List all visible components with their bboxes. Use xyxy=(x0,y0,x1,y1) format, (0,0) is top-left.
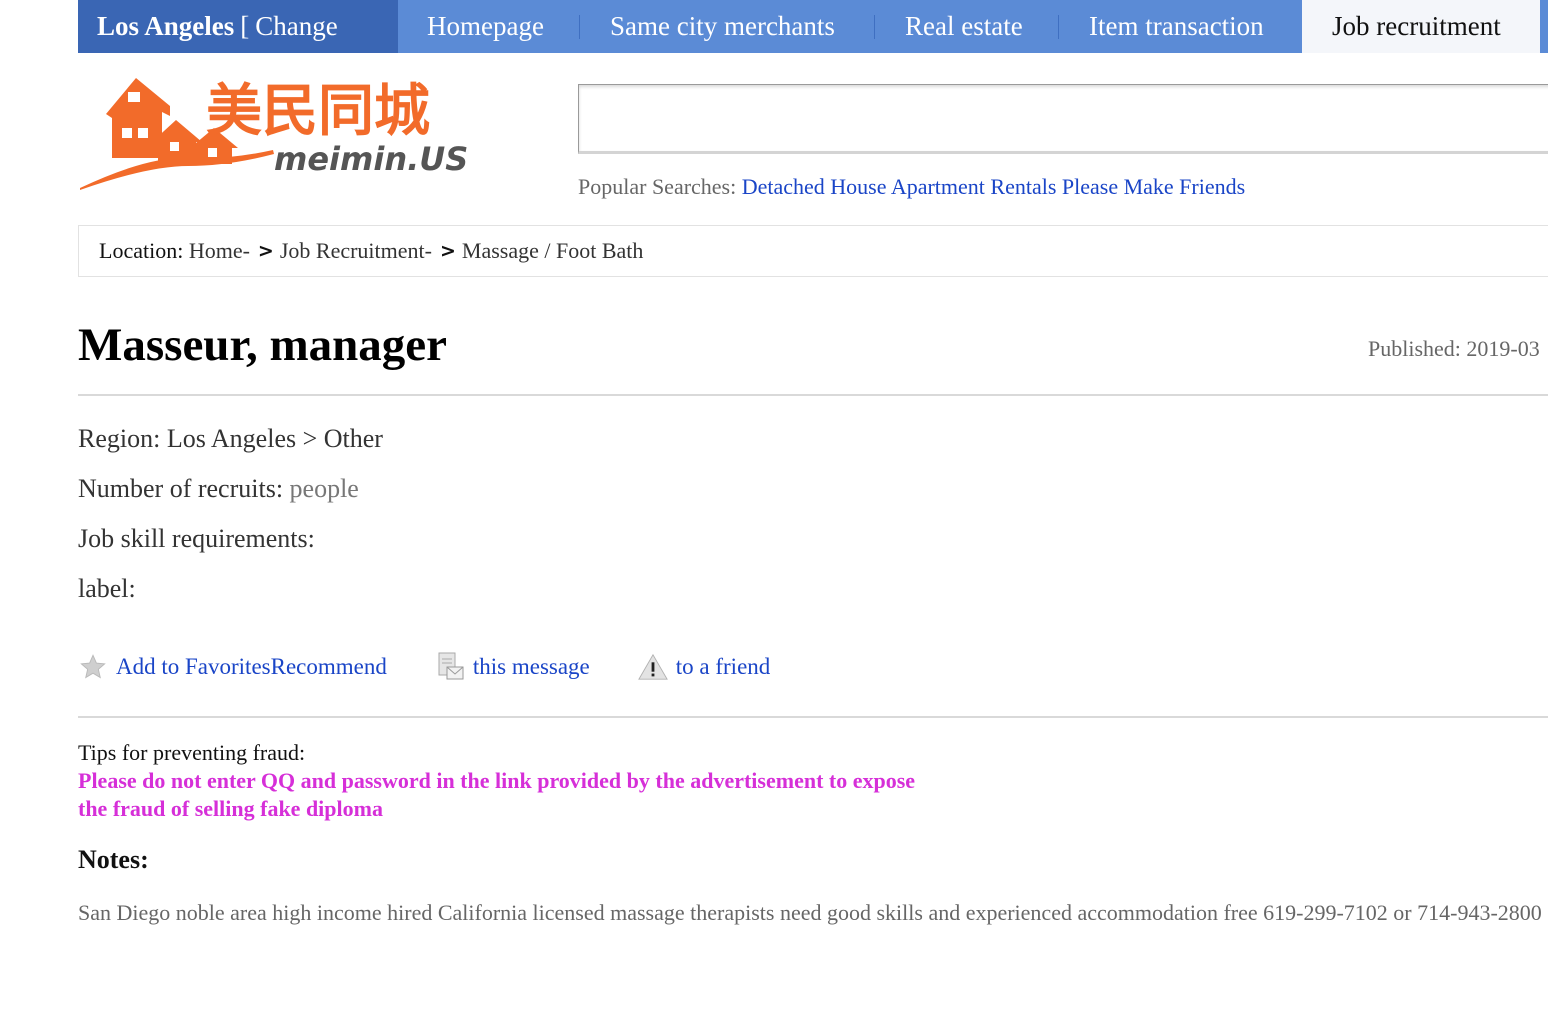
message-icon xyxy=(435,652,465,682)
label-row: label: xyxy=(78,574,136,604)
notes-title: Notes: xyxy=(78,845,149,874)
city-bracket: [ xyxy=(240,11,250,41)
change-city-link[interactable]: Change xyxy=(255,11,337,42)
site-logo[interactable]: 美民同城 meimin.US xyxy=(78,72,468,194)
popular-searches: Popular Searches: Detached House Apartme… xyxy=(578,174,1245,200)
region-label: Region: xyxy=(78,424,161,453)
nav-same-city-merchants[interactable]: Same city merchants xyxy=(580,0,875,53)
recommend-message-link[interactable]: this message xyxy=(435,652,590,682)
star-icon xyxy=(78,652,108,682)
recruits-label: Number of recruits: xyxy=(78,474,284,503)
recruits-row: Number of recruits: people xyxy=(78,474,359,504)
report-friend-label: to a friend xyxy=(675,654,771,679)
add-favorites-label: Add to FavoritesRecommend xyxy=(116,654,387,679)
recommend-message-label: this message xyxy=(472,654,590,679)
recruits-value: people xyxy=(289,474,359,503)
breadcrumb: Location: Home- > Job Recruitment- > Mas… xyxy=(78,225,1548,277)
nav-item-transaction[interactable]: Item transaction xyxy=(1059,0,1302,53)
breadcrumb-job-recruitment[interactable]: Job Recruitment- xyxy=(280,238,432,264)
nav-edge xyxy=(1540,0,1548,53)
city-selector[interactable]: Los Angeles [ Change xyxy=(78,0,398,53)
logo-domain-text: meimin.US xyxy=(274,140,468,178)
skills-row: Job skill requirements: xyxy=(78,524,315,554)
chevron-right-icon: > xyxy=(257,240,274,262)
breadcrumb-home[interactable]: Home- xyxy=(189,238,250,264)
notes-text: San Diego noble area high income hired C… xyxy=(78,900,1542,925)
fraud-tips-title: Tips for preventing fraud: xyxy=(78,740,306,765)
top-nav: Los Angeles [ Change Homepage Same city … xyxy=(78,0,1548,53)
logo-chinese-text: 美民同城 xyxy=(206,79,430,144)
region-row: Region: Los Angeles > Other xyxy=(78,424,383,454)
logo-graphic: 美民同城 meimin.US xyxy=(80,78,468,190)
search-input[interactable] xyxy=(579,85,1548,151)
tag-label: label: xyxy=(78,574,136,603)
add-favorites-link[interactable]: Add to FavoritesRecommend xyxy=(78,652,387,682)
divider xyxy=(78,716,1548,718)
skills-label: Job skill requirements: xyxy=(78,524,315,553)
current-city: Los Angeles xyxy=(97,11,235,41)
published-date: Published: 2019-03 xyxy=(1368,336,1540,361)
breadcrumb-label: Location: xyxy=(99,238,184,263)
popular-link-detached-house[interactable]: Detached House xyxy=(742,174,887,199)
search-box xyxy=(578,84,1548,154)
warning-icon xyxy=(637,652,668,682)
region-value: Los Angeles > Other xyxy=(166,424,383,453)
breadcrumb-massage-foot-bath[interactable]: Massage / Foot Bath xyxy=(462,238,644,264)
fraud-tips-text: Please do not enter QQ and password in t… xyxy=(78,768,916,821)
nav-job-recruitment[interactable]: Job recruitment xyxy=(1302,0,1540,53)
popular-link-make-friends[interactable]: Please Make Friends xyxy=(1062,174,1245,199)
post-actions: Add to FavoritesRecommend this message t… xyxy=(78,648,770,686)
nav-real-estate[interactable]: Real estate xyxy=(875,0,1059,53)
popular-searches-label: Popular Searches: xyxy=(578,174,737,199)
page-title: Masseur, manager xyxy=(78,319,448,371)
report-friend-link[interactable]: to a friend xyxy=(637,652,771,682)
divider xyxy=(78,394,1548,396)
chevron-right-icon: > xyxy=(439,240,456,262)
nav-homepage[interactable]: Homepage xyxy=(398,0,580,53)
popular-link-apartment-rentals[interactable]: Apartment Rentals xyxy=(891,174,1057,199)
